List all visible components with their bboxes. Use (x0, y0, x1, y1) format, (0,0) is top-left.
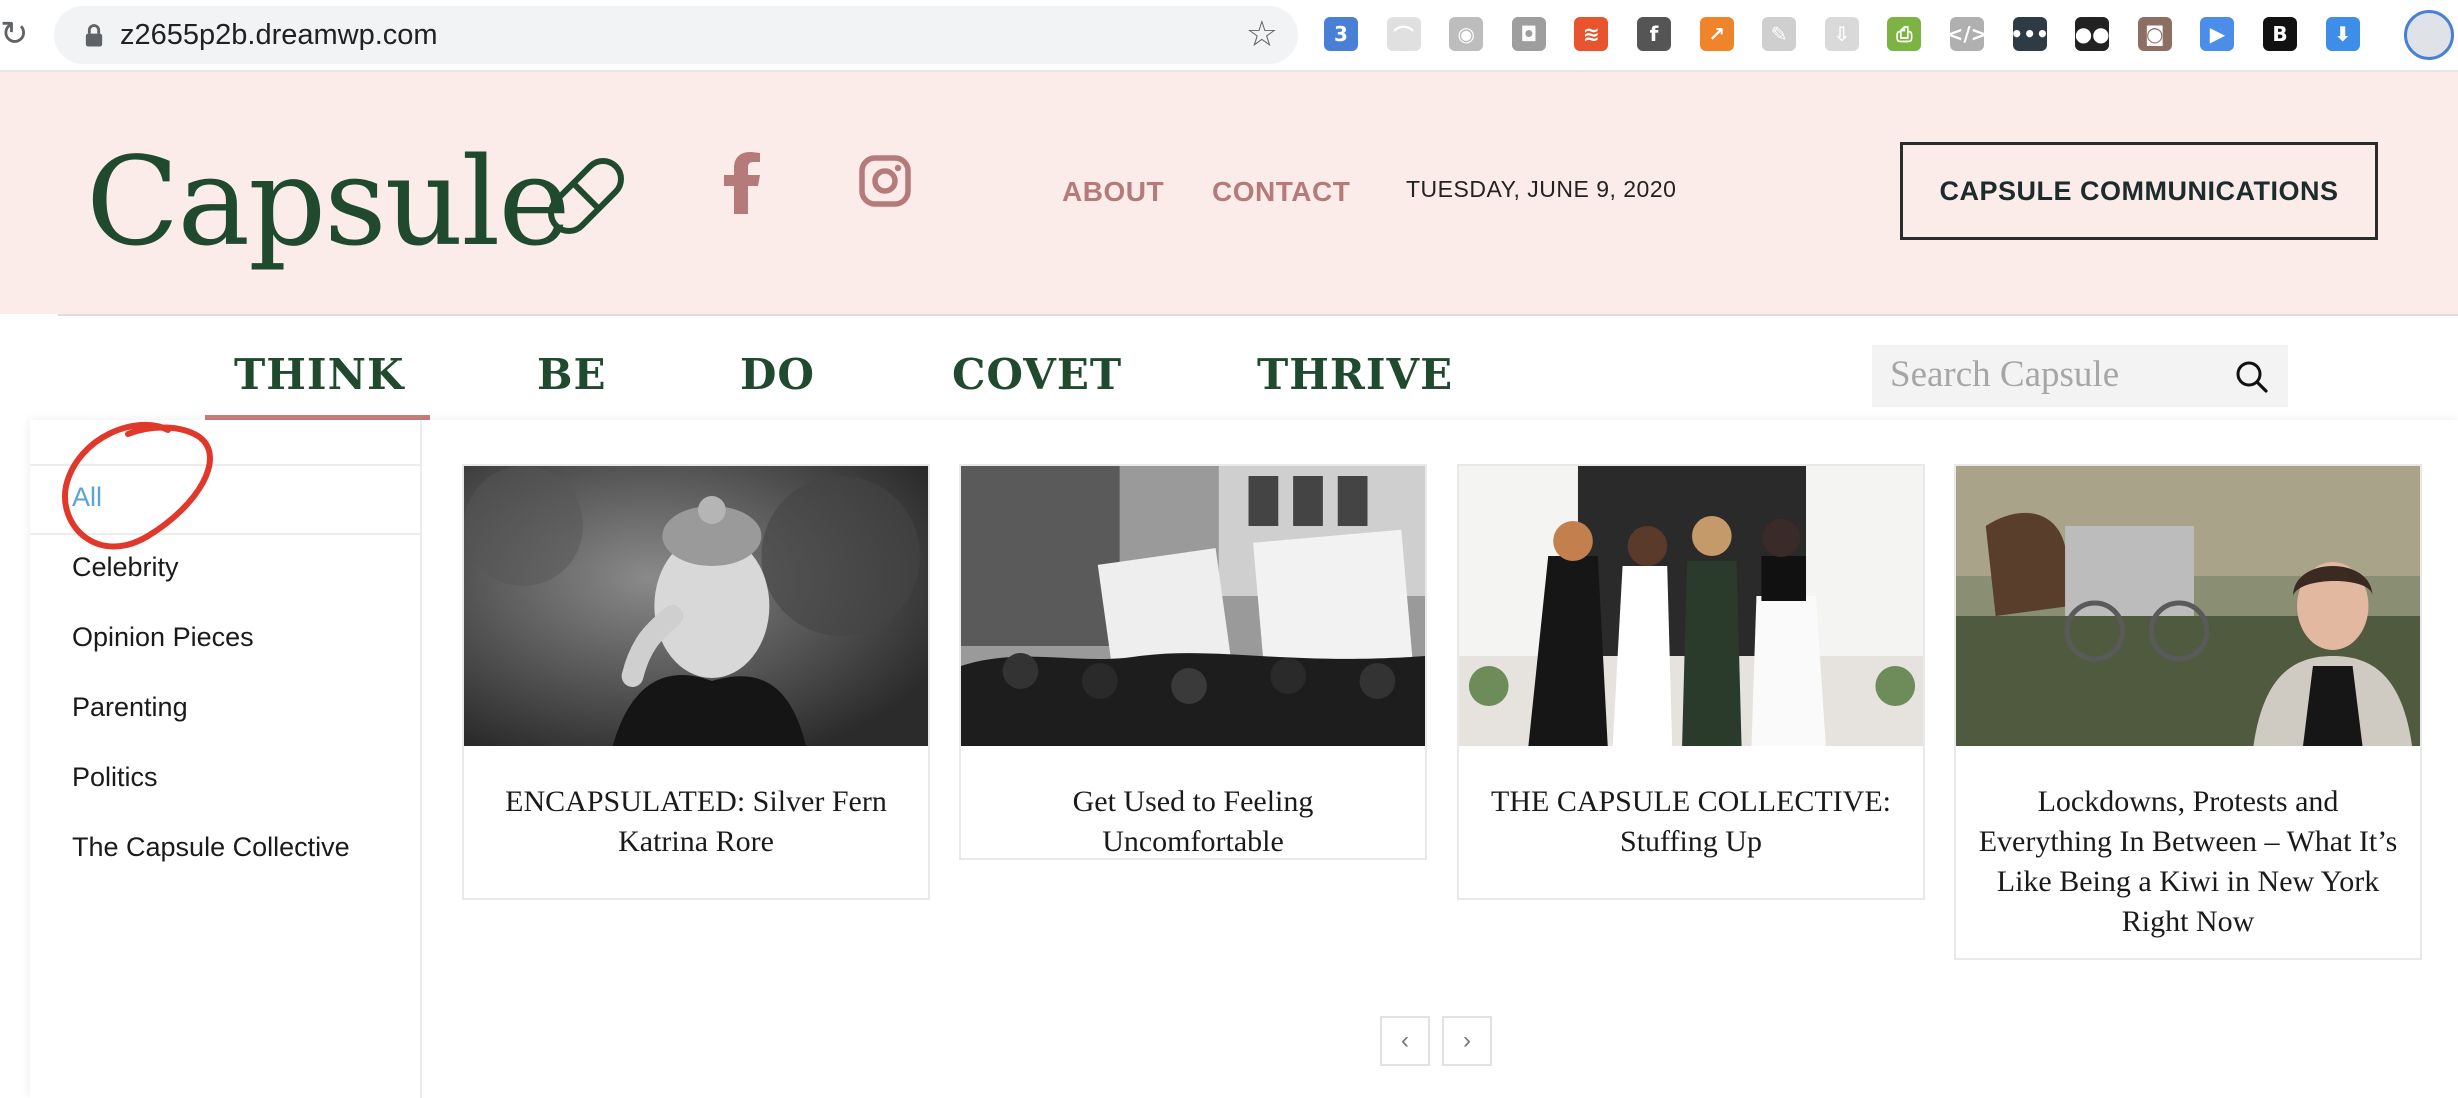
url-text: z2655p2b.dreamwp.com (120, 19, 438, 51)
nav-be[interactable]: BE (537, 350, 607, 399)
article-photo-protest (961, 466, 1425, 746)
lock-icon (85, 24, 103, 47)
note-icon[interactable]: ✎ (1762, 17, 1797, 51)
instagram-icon[interactable] (858, 154, 912, 208)
instagram-ext-icon[interactable]: ◙ (2137, 17, 2172, 51)
extension-3-icon[interactable]: 3 (1324, 17, 1358, 51)
nav-do[interactable]: DO (740, 350, 815, 399)
nav-covet[interactable]: COVET (952, 350, 1122, 399)
eye-icon[interactable]: ◉ (1449, 17, 1484, 51)
header-divider (58, 314, 2458, 316)
article-title: THE CAPSULE COLLECTIVE: Stuffing Up (1491, 785, 1891, 858)
current-date: TUESDAY, JUNE 9, 2020 (1406, 176, 1677, 202)
filter-politics[interactable]: Politics (72, 762, 158, 793)
browser-toolbar: ↻ z2655p2b.dreamwp.com ☆ 3 ⌒ ◉ ◘ ≋ f ↗ ✎ ⇩ ⎙ </> ••… (0, 0, 2458, 72)
filter-sidebar: All Celebrity Opinion Pieces Parenting P… (30, 420, 422, 1098)
article-title: Lockdowns, Protests and Everything In Be… (1978, 785, 2398, 938)
site-logo[interactable]: Capsule (86, 132, 571, 272)
filter-opinion-pieces[interactable]: Opinion Pieces (72, 622, 254, 653)
capsule-communications-button[interactable]: CAPSULE COMMUNICATIONS (1900, 142, 2378, 240)
article-card[interactable]: ENCAPSULATED: Silver Fern Katrina Rore (462, 464, 930, 900)
contact-link[interactable]: CONTACT (1212, 176, 1350, 208)
nav-thrive[interactable]: THRIVE (1257, 350, 1453, 399)
search-input[interactable]: Search Capsule (1872, 345, 2288, 407)
search-placeholder: Search Capsule (1890, 354, 2120, 395)
code-icon[interactable]: </> (1947, 17, 1987, 51)
carousel-next-button[interactable]: › (1442, 1016, 1492, 1066)
address-bar[interactable]: z2655p2b.dreamwp.com ☆ (54, 6, 1298, 64)
article-photo-netball-player (464, 466, 928, 746)
rainbow-icon[interactable]: ⌒ (1386, 17, 1421, 51)
about-link[interactable]: ABOUT (1062, 176, 1164, 208)
article-title: ENCAPSULATED: Silver Fern Katrina Rore (505, 785, 887, 858)
layers-icon[interactable]: ≋ (1574, 17, 1609, 51)
chart-icon[interactable]: ↗ (1699, 17, 1734, 51)
facebook-icon[interactable] (720, 152, 764, 214)
facebook-ext-icon[interactable]: f (1637, 17, 1671, 51)
download-arrow-icon[interactable]: ⬇ (2325, 17, 2360, 51)
filter-capsule-collective[interactable]: The Capsule Collective (72, 832, 350, 863)
profile-avatar[interactable] (2404, 10, 2454, 60)
capsule-pill-icon (548, 158, 624, 234)
bold-icon[interactable]: B (2263, 17, 2297, 51)
download-ext-icon[interactable]: ⇩ (1824, 17, 1859, 51)
article-photo-central-park (1956, 466, 2420, 746)
think-mega-menu: All Celebrity Opinion Pieces Parenting P… (30, 420, 2458, 1098)
article-card[interactable]: THE CAPSULE COLLECTIVE: Stuffing Up (1457, 464, 1925, 900)
nav-think[interactable]: THINK (234, 350, 404, 399)
bookmark-star-icon[interactable]: ☆ (1246, 16, 1278, 52)
article-title: Get Used to Feeling Uncomfortable (1072, 785, 1314, 858)
article-photo-four-women (1459, 466, 1923, 746)
dots-icon[interactable]: ••• (2010, 17, 2049, 51)
camera-icon[interactable]: ◘ (1511, 17, 1546, 51)
hand-drawn-circle-annotation (61, 421, 213, 550)
video-icon[interactable]: ▶ (2200, 17, 2235, 51)
site-header: Capsule ABOUT CONTACT TUESDAY, JUNE 9, 2… (0, 72, 2458, 314)
reload-icon[interactable]: ↻ (0, 16, 29, 52)
carousel-prev-button[interactable]: ‹ (1380, 1016, 1430, 1066)
article-card[interactable]: Lockdowns, Protests and Everything In Be… (1954, 464, 2422, 960)
bowtie-icon[interactable]: ●● (2075, 17, 2110, 51)
filter-parenting[interactable]: Parenting (72, 692, 188, 723)
search-icon[interactable] (2234, 359, 2270, 395)
printer-icon[interactable]: ⎙ (1887, 17, 1922, 51)
article-card[interactable]: Get Used to Feeling Uncomfortable (959, 464, 1427, 860)
